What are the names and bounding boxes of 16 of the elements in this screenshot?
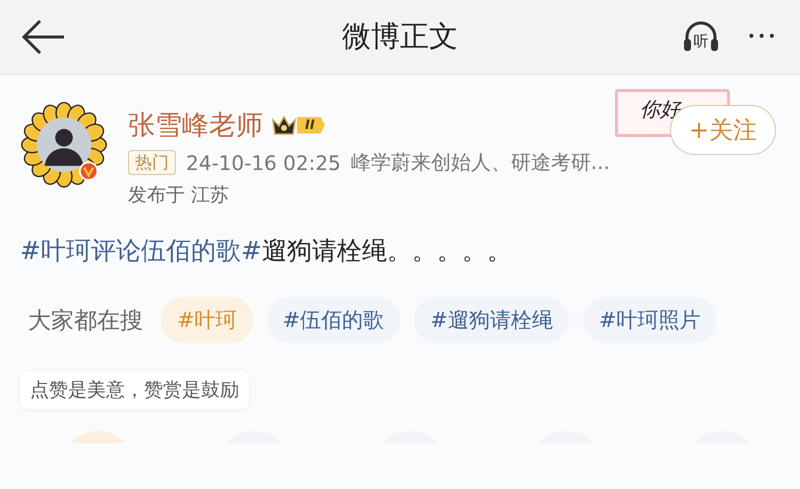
post-time: 24-10-16 02:25 (186, 150, 341, 174)
reward-hint: 点赞是美意，赞赏是鼓励 (20, 371, 249, 409)
search-label: 大家都在搜 (28, 306, 143, 336)
page-title: 微博正文 (342, 18, 458, 55)
back-icon[interactable] (20, 19, 66, 55)
search-chip[interactable]: #伍佰的歌 (266, 297, 400, 343)
hot-tag: 热门 (128, 150, 176, 175)
listen-button[interactable]: 听 (681, 17, 722, 57)
author-name[interactable]: 张雪峰老师 (128, 107, 263, 143)
post-text: #叶珂评论伍佰的歌#遛狗请栓绳。。。。。 (20, 235, 513, 267)
member-badge[interactable]: II (271, 114, 325, 136)
search-chip[interactable]: #遛狗请栓绳 (414, 297, 569, 343)
post-location: 发布于 江苏 (128, 183, 230, 208)
search-chip[interactable]: #叶珂照片 (582, 297, 716, 343)
more-button[interactable]: ••• (747, 29, 778, 45)
author-bio: 峰学蔚来创始人、研途考研... (350, 149, 610, 176)
